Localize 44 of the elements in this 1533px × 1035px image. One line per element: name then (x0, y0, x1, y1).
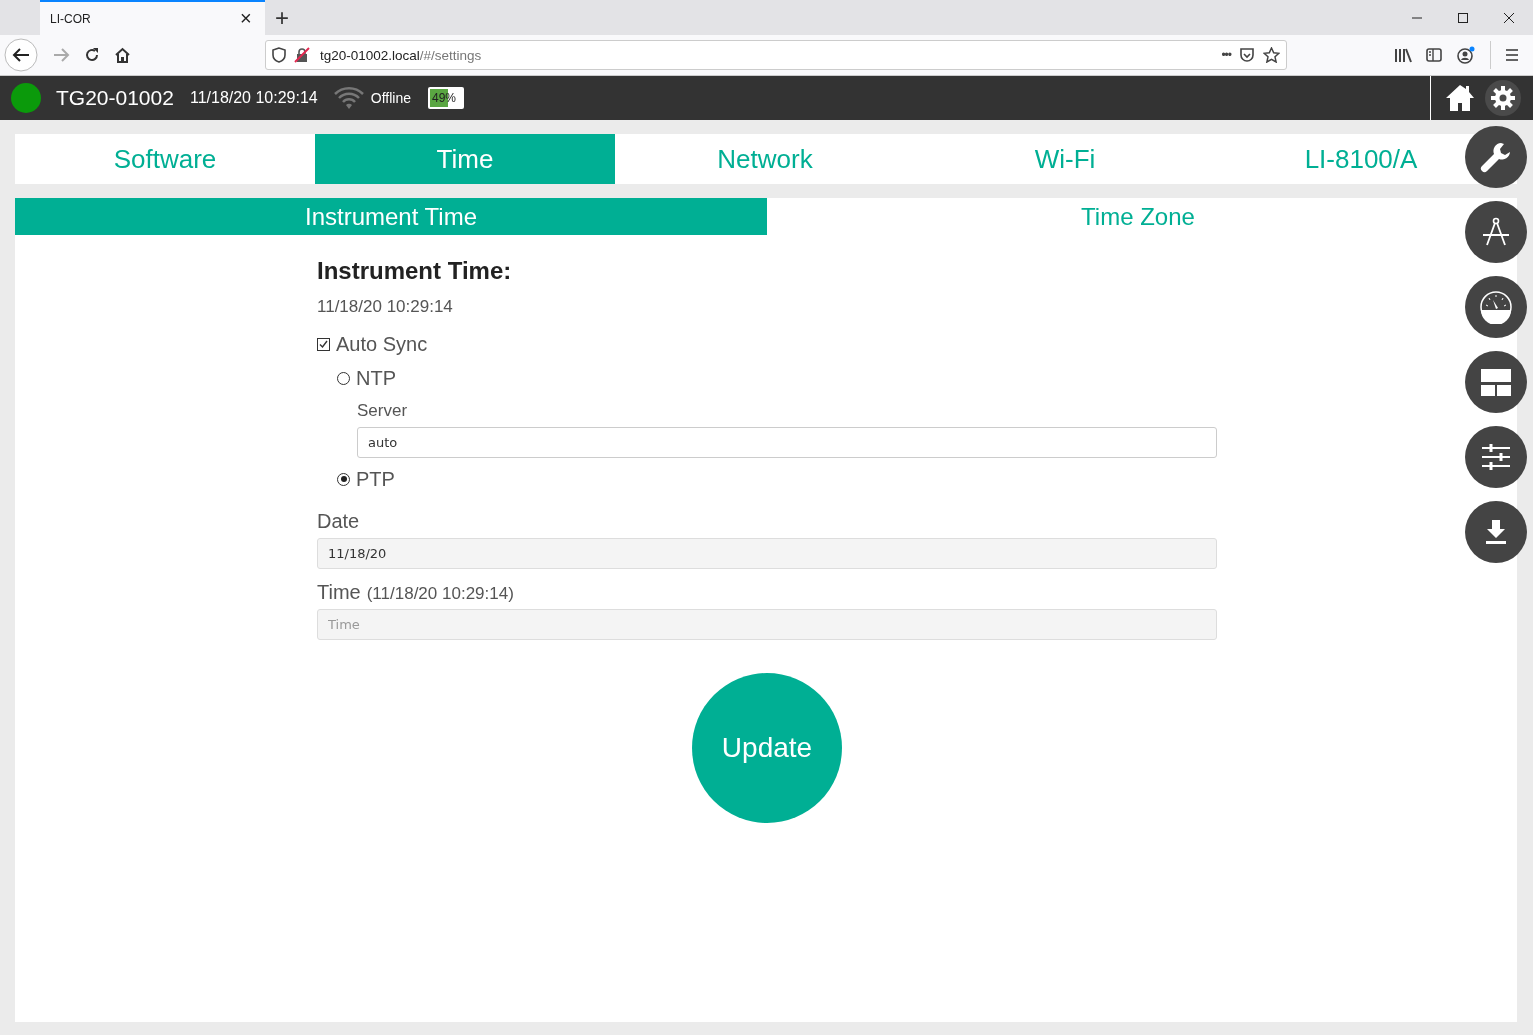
page-actions-button[interactable]: ••• (1221, 48, 1231, 62)
date-input-field[interactable]: 11/18/20 (317, 538, 1217, 569)
radio-label: PTP (356, 467, 395, 491)
field-label: Date (317, 510, 361, 533)
field-hint: (11/18/20 10:29:14) (366, 584, 514, 604)
gear-icon (1490, 85, 1516, 111)
current-time: 11/18/20 10:29:14 (317, 297, 454, 317)
section-heading: Instrument Time: (317, 257, 513, 285)
server-input-field[interactable]: auto (357, 427, 1217, 458)
sidebar-icon[interactable] (1426, 48, 1442, 62)
address-bar[interactable]: tg20-01002.local/#/settings ••• (265, 40, 1287, 70)
connection-status: Offline (370, 90, 411, 106)
wifi-icon (333, 86, 364, 110)
wrench-icon (1479, 140, 1513, 174)
radio-label: NTP (356, 366, 396, 390)
library-icon[interactable] (1394, 47, 1412, 63)
tab-close-button[interactable]: × (240, 7, 252, 30)
settings-tab[interactable]: Time (315, 134, 615, 184)
reload-icon[interactable] (84, 47, 100, 63)
star-icon[interactable] (1263, 47, 1280, 63)
shield-icon[interactable] (272, 47, 286, 63)
menu-icon[interactable] (1505, 49, 1519, 61)
new-tab-button[interactable]: + (275, 5, 289, 30)
status-dot-icon (11, 83, 41, 113)
update-button[interactable]: Update (692, 673, 842, 823)
maximize-icon[interactable] (1457, 11, 1469, 24)
back-icon[interactable] (4, 38, 38, 72)
url-text: tg20-01002.local/#/settings (320, 47, 482, 63)
account-icon[interactable] (1456, 46, 1476, 64)
insecure-lock-icon (294, 47, 310, 63)
checkbox[interactable] (317, 337, 330, 351)
pocket-icon[interactable] (1239, 47, 1255, 63)
field-label: Time (317, 581, 361, 604)
gauge-icon (1479, 290, 1513, 324)
checkbox-label: Auto Sync (336, 332, 428, 356)
device-name: TG20-01002 (56, 86, 174, 110)
home-icon[interactable] (114, 47, 131, 63)
settings-button[interactable] (1485, 80, 1521, 116)
home-icon[interactable] (1445, 84, 1475, 112)
time-input-field[interactable]: Time (317, 609, 1217, 640)
close-icon[interactable] (1503, 11, 1515, 24)
field-label: Server (357, 401, 409, 421)
header-datetime: 11/18/20 10:29:14 (189, 89, 318, 107)
subtab[interactable]: Instrument Time (15, 198, 767, 235)
